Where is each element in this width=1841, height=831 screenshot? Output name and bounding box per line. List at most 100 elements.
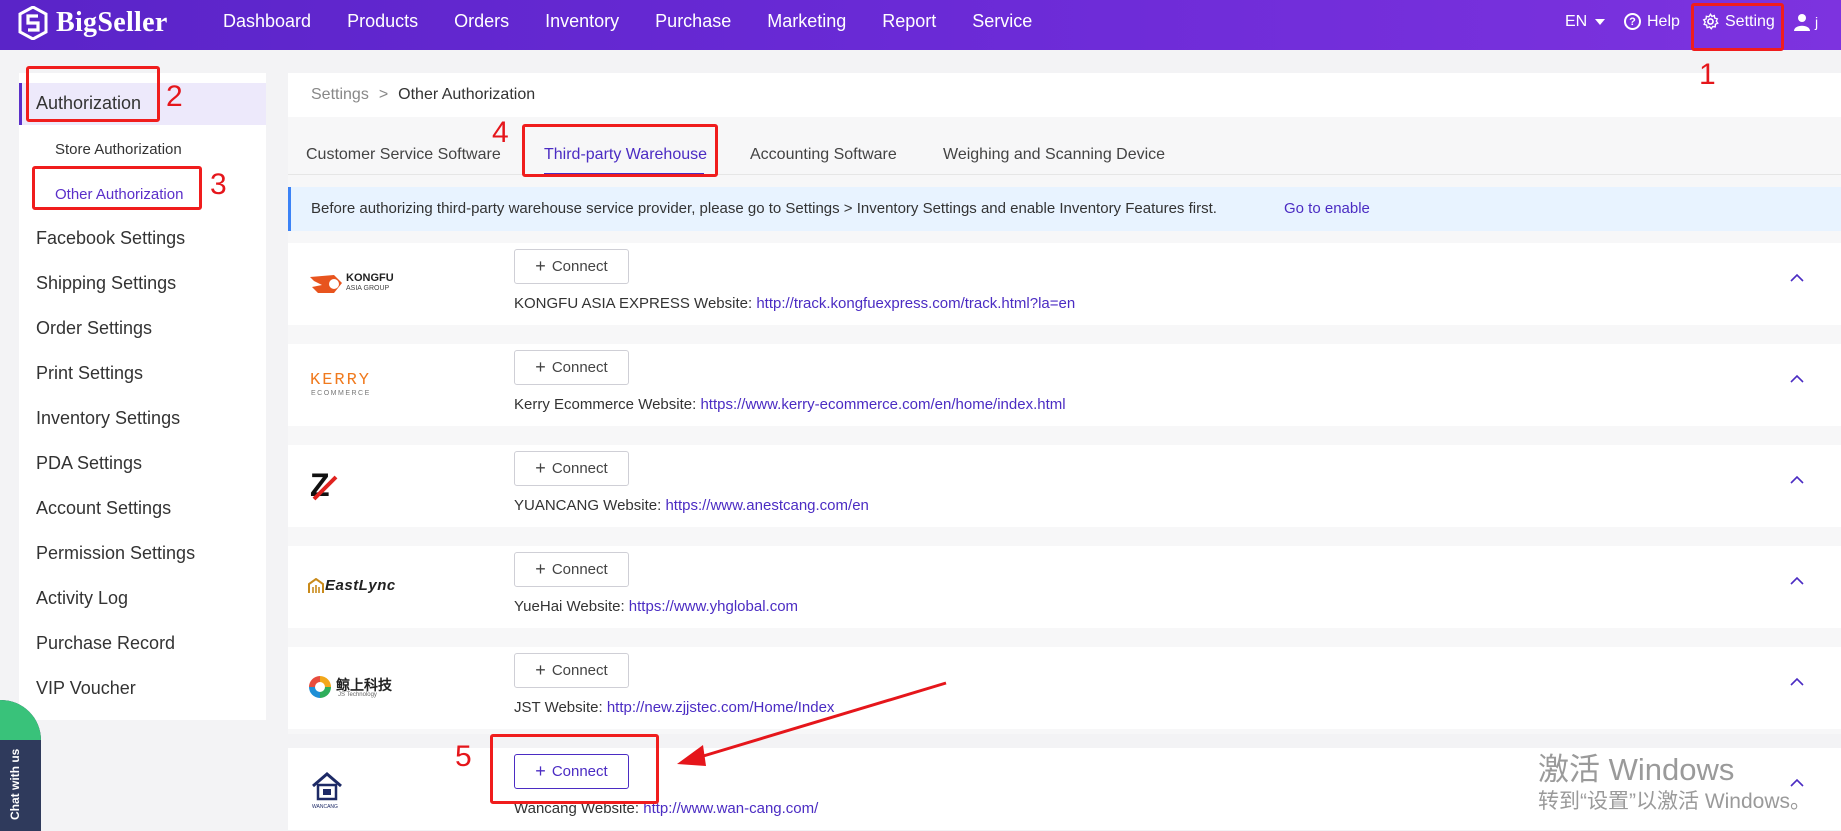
windows-activation-watermark-text: 转到“设置”以激活 Windows。 (1538, 790, 1812, 813)
sidebar-item-shipping-settings[interactable]: Shipping Settings (36, 273, 176, 294)
kerry-logo: KERRY ECOMMERCE (308, 364, 408, 404)
connect-button-yuehai[interactable]: + Connect (514, 552, 629, 587)
eastlync-logo: EastLync (308, 566, 408, 606)
connect-button-kerry[interactable]: + Connect (514, 350, 629, 385)
annotation-box-other-authorization (32, 166, 202, 210)
nav-orders[interactable]: Orders (436, 11, 527, 32)
annotation-box-authorization (26, 66, 160, 122)
help-label: Help (1647, 12, 1680, 30)
brand-name: BigSeller (56, 7, 168, 38)
bigseller-logo-icon (18, 6, 48, 40)
chat-widget[interactable]: Chat with us (0, 700, 41, 831)
chevron-up-icon[interactable] (1790, 473, 1804, 487)
provider-label: YueHai Website: (514, 598, 625, 615)
chevron-up-icon[interactable] (1790, 675, 1804, 689)
provider-label: Kerry Ecommerce Website: (514, 396, 697, 413)
plus-icon: + (535, 357, 546, 377)
annotation-number-2: 2 (166, 80, 183, 113)
connect-label: Connect (551, 258, 608, 275)
annotation-box-connect-wancang (490, 734, 659, 804)
nav-dashboard[interactable]: Dashboard (205, 11, 329, 32)
sidebar-item-purchase-record[interactable]: Purchase Record (36, 633, 175, 654)
info-notice: Before authorizing third-party warehouse… (288, 187, 1841, 231)
provider-website-link[interactable]: http://www.wan-cang.com/ (643, 800, 818, 817)
sidebar-item-activity-log[interactable]: Activity Log (36, 588, 128, 609)
nav-products[interactable]: Products (329, 11, 436, 32)
kongfu-logo-sub: ASIA GROUP (346, 285, 390, 292)
kongfu-logo: KONGFU ASIA GROUP (308, 263, 408, 303)
sidebar-item-order-settings[interactable]: Order Settings (36, 318, 152, 339)
provider-label: KONGFU ASIA EXPRESS Website: (514, 295, 753, 312)
go-to-enable-link[interactable]: Go to enable (1284, 200, 1370, 217)
main-nav: Dashboard Products Orders Inventory Purc… (205, 0, 1050, 43)
kongfu-logo-text: KONGFU (346, 272, 394, 284)
breadcrumb-bar: Settings > Other Authorization (288, 73, 1841, 117)
sidebar-item-inventory-settings[interactable]: Inventory Settings (36, 408, 180, 429)
nav-inventory[interactable]: Inventory (527, 11, 637, 32)
provider-website-link[interactable]: https://www.anestcang.com/en (665, 497, 868, 514)
plus-icon: + (535, 256, 546, 276)
provider-website-link[interactable]: https://www.kerry-ecommerce.com/en/home/… (700, 396, 1065, 413)
tab-accounting-software[interactable]: Accounting Software (750, 146, 897, 164)
annotation-number-4: 4 (492, 116, 509, 149)
kerry-logo-sub: ECOMMERCE (311, 390, 371, 397)
plus-icon: + (535, 559, 546, 579)
connect-label: Connect (551, 460, 608, 477)
eastlync-logo-text: EastLync (325, 577, 396, 594)
annotation-box-third-party-tab (522, 124, 718, 177)
annotation-number-1: 1 (1699, 58, 1716, 91)
provider-website-link[interactable]: http://track.kongfuexpress.com/track.htm… (756, 295, 1075, 312)
breadcrumb-root[interactable]: Settings (311, 86, 369, 104)
top-nav-bar: BigSeller Dashboard Products Orders Inve… (0, 0, 1841, 50)
provider-description: JST Website: http://new.zjjstec.com/Home… (514, 699, 834, 716)
help-link[interactable]: ? Help (1624, 0, 1680, 43)
connect-label: Connect (551, 359, 608, 376)
annotation-number-5: 5 (455, 740, 472, 773)
chevron-up-icon[interactable] (1790, 271, 1804, 285)
sidebar-item-account-settings[interactable]: Account Settings (36, 498, 171, 519)
language-selector[interactable]: EN (1565, 0, 1606, 43)
breadcrumb-separator: > (378, 86, 389, 103)
language-label: EN (1565, 12, 1588, 30)
annotation-number-3: 3 (210, 168, 227, 201)
connect-button-kongfu[interactable]: + Connect (514, 249, 629, 284)
yuancang-logo-icon (312, 475, 338, 501)
user-menu[interactable]: j (1793, 0, 1818, 43)
provider-row-yuancang: Z + Connect YUANCANG Website: https://ww… (288, 445, 1841, 527)
eastlync-logo-icon (308, 578, 324, 593)
sidebar-item-facebook-settings[interactable]: Facebook Settings (36, 228, 185, 249)
sidebar-item-pda-settings[interactable]: PDA Settings (36, 453, 142, 474)
chevron-up-icon[interactable] (1790, 372, 1804, 386)
plus-icon: + (535, 458, 546, 478)
help-icon: ? (1624, 13, 1641, 30)
sidebar-item-permission-settings[interactable]: Permission Settings (36, 543, 195, 564)
wancang-logo-icon (312, 772, 342, 801)
provider-row-kongfu: KONGFU ASIA GROUP + Connect KONGFU ASIA … (288, 243, 1841, 325)
plus-icon: + (535, 660, 546, 680)
caret-down-icon (1595, 18, 1606, 25)
provider-website-link[interactable]: https://www.yhglobal.com (629, 598, 798, 615)
wancang-logo: WANCANG (308, 768, 408, 810)
provider-row-jst: 鲸上科技 JS Technology + Connect JST Website… (288, 647, 1841, 729)
nav-service[interactable]: Service (954, 11, 1050, 32)
nav-report[interactable]: Report (864, 11, 954, 32)
yuancang-logo: Z (308, 465, 408, 505)
chevron-up-icon[interactable] (1790, 574, 1804, 588)
user-icon (1794, 13, 1810, 31)
category-tabs: Customer Service Software Third-party Wa… (288, 127, 1841, 175)
sidebar-item-store-authorization[interactable]: Store Authorization (55, 141, 182, 158)
chat-label: Chat with us (8, 748, 22, 820)
connect-button-yuancang[interactable]: + Connect (514, 451, 629, 486)
nav-marketing[interactable]: Marketing (749, 11, 864, 32)
jst-logo: 鲸上科技 JS Technology (308, 667, 408, 707)
brand-logo[interactable]: BigSeller (18, 6, 168, 40)
tab-weighing-and-scanning-device[interactable]: Weighing and Scanning Device (943, 146, 1165, 164)
sidebar-item-vip-voucher[interactable]: VIP Voucher (36, 678, 136, 699)
tab-customer-service-software[interactable]: Customer Service Software (306, 146, 501, 164)
nav-purchase[interactable]: Purchase (637, 11, 749, 32)
provider-website-link[interactable]: http://new.zjjstec.com/Home/Index (607, 699, 835, 716)
notice-text: Before authorizing third-party warehouse… (311, 200, 1217, 217)
sidebar-item-print-settings[interactable]: Print Settings (36, 363, 143, 384)
connect-button-jst[interactable]: + Connect (514, 653, 629, 688)
provider-description: Kerry Ecommerce Website: https://www.ker… (514, 396, 1066, 413)
